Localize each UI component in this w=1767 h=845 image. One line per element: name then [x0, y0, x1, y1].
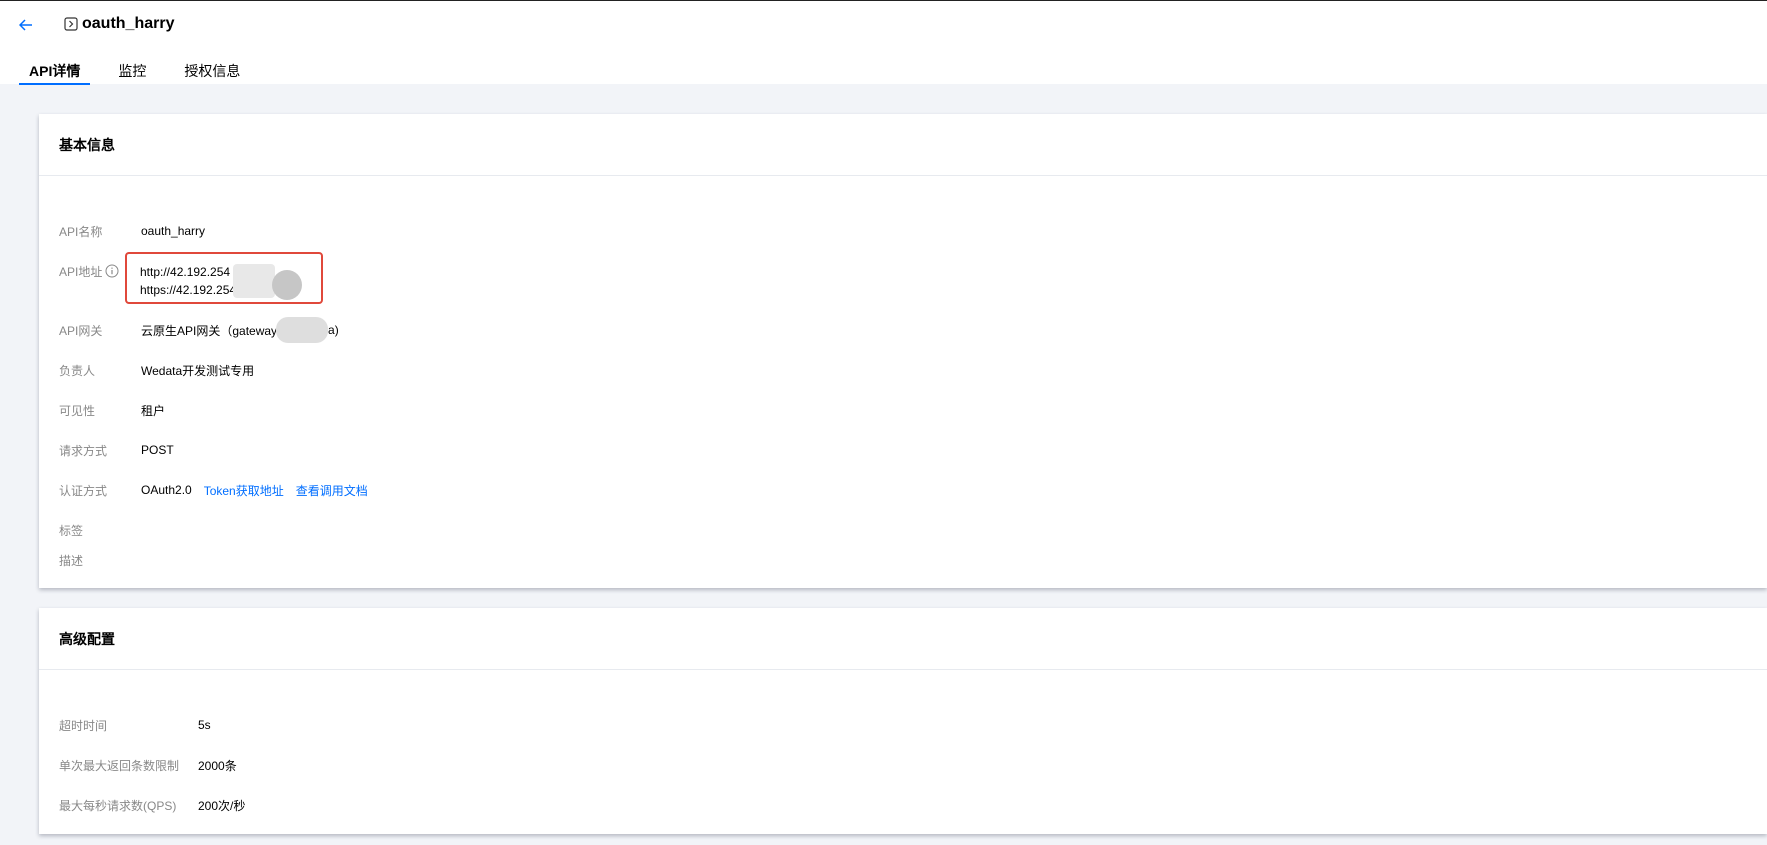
advanced-config-card: 高级配置 超时时间 5s 单次最大返回条数限制 2000条 最大每秒请求数(QP… [39, 608, 1767, 834]
api-name-row: API名称 oauth_harry [59, 221, 205, 241]
desc-label: 描述 [59, 553, 84, 568]
redaction-blur [272, 270, 302, 300]
visibility-label: 可见性 [59, 403, 96, 418]
gateway-value-text: 云原生API网关（gateway [141, 323, 278, 338]
view-doc-link[interactable]: 查看调用文档 [296, 482, 368, 499]
token-url-link[interactable]: Token获取地址 [204, 482, 284, 499]
page-header: oauth_harry API详情 监控 授权信息 [0, 0, 1767, 85]
basic-info-header: 基本信息 [39, 114, 1767, 176]
timeout-row: 超时时间 5s [59, 715, 211, 735]
owner-value: Wedata开发测试专用 [141, 363, 255, 378]
info-circle-icon[interactable] [105, 264, 119, 278]
method-label: 请求方式 [59, 443, 108, 458]
owner-label: 负责人 [59, 363, 96, 378]
owner-row: 负责人 Wedata开发测试专用 [59, 360, 254, 380]
advanced-config-title: 高级配置 [59, 630, 115, 647]
tab-api-detail[interactable]: API详情 [19, 55, 91, 85]
arrow-left-icon [19, 19, 32, 31]
auth-row: 认证方式 OAuth2.0 Token获取地址 查看调用文档 [59, 480, 368, 500]
advanced-config-header: 高级配置 [39, 608, 1767, 670]
api-square-icon [64, 17, 78, 31]
auth-value-text: OAuth2.0 [141, 483, 192, 497]
max-rows-label: 单次最大返回条数限制 [59, 758, 180, 773]
desc-row: 描述 [59, 550, 141, 570]
auth-value: OAuth2.0 Token获取地址 查看调用文档 [141, 482, 368, 499]
api-address-label-text: API地址 [59, 264, 103, 279]
back-button[interactable] [15, 13, 37, 37]
api-address-http[interactable]: http://42.192.254 [140, 265, 230, 279]
api-name-value: oauth_harry [141, 224, 206, 238]
timeout-value: 5s [198, 718, 211, 732]
basic-info-title: 基本信息 [59, 136, 115, 153]
visibility-row: 可见性 租户 [59, 400, 165, 420]
page-title: oauth_harry [82, 15, 175, 32]
tab-auth-info[interactable]: 授权信息 [174, 55, 250, 85]
max-rows-row: 单次最大返回条数限制 2000条 [59, 755, 237, 775]
tags-row: 标签 [59, 520, 141, 540]
tab-monitor[interactable]: 监控 [108, 55, 156, 85]
method-value: POST [141, 443, 174, 457]
visibility-value: 租户 [141, 403, 166, 418]
tab-bar: API详情 监控 授权信息 [19, 55, 268, 85]
method-row: 请求方式 POST [59, 440, 174, 460]
max-rows-value: 2000条 [198, 758, 237, 773]
qps-row: 最大每秒请求数(QPS) 200次/秒 [59, 795, 245, 815]
redaction-blur [276, 317, 328, 343]
api-name-label: API名称 [59, 224, 103, 239]
qps-label: 最大每秒请求数(QPS) [59, 798, 177, 813]
redaction-blur [233, 264, 275, 298]
gateway-value-suffix: a) [328, 323, 339, 337]
auth-label: 认证方式 [59, 483, 108, 498]
timeout-label: 超时时间 [59, 718, 108, 733]
api-address-https[interactable]: https://42.192.254 [140, 283, 236, 297]
basic-info-card: 基本信息 API名称 oauth_harry API地址 http://42.1… [39, 114, 1767, 588]
qps-value: 200次/秒 [198, 798, 246, 813]
gateway-label: API网关 [59, 323, 103, 338]
tags-label: 标签 [59, 523, 84, 538]
title-wrap: oauth_harry [64, 15, 174, 33]
